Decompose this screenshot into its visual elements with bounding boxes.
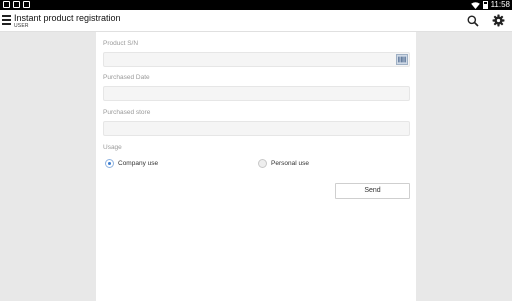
usage-option-label: Company use bbox=[118, 160, 159, 167]
status-bar-system: 11:58 bbox=[470, 0, 510, 10]
usage-option-personal[interactable]: Personal use bbox=[258, 159, 309, 168]
product-sn-label: Product S/N bbox=[103, 40, 139, 47]
user-label: USER bbox=[14, 23, 29, 29]
page-title: Instant product registration bbox=[14, 13, 121, 23]
status-bar: 11:58 bbox=[0, 0, 512, 10]
usage-option-label: Personal use bbox=[271, 160, 309, 167]
battery-icon bbox=[482, 1, 488, 9]
search-icon[interactable] bbox=[467, 15, 479, 27]
product-sn-field[interactable] bbox=[103, 52, 410, 67]
purchased-store-field[interactable] bbox=[103, 121, 410, 136]
settings-icon[interactable] bbox=[492, 14, 505, 27]
barcode-scan-icon[interactable] bbox=[396, 54, 408, 65]
usage-label: Usage bbox=[103, 144, 122, 151]
purchased-date-label: Purchased Date bbox=[103, 74, 150, 81]
notification-icon bbox=[23, 1, 30, 8]
status-time: 11:58 bbox=[490, 0, 510, 9]
wifi-icon bbox=[470, 1, 480, 9]
menu-icon[interactable] bbox=[2, 15, 11, 26]
notification-icon bbox=[13, 1, 20, 8]
app-bar: Instant product registration USER bbox=[0, 10, 512, 32]
status-bar-notifications bbox=[3, 1, 30, 8]
notification-icon bbox=[3, 1, 10, 8]
purchased-store-label: Purchased store bbox=[103, 109, 151, 116]
radio-unchecked-icon[interactable] bbox=[258, 159, 267, 168]
send-button[interactable]: Send bbox=[335, 183, 410, 199]
usage-option-company[interactable]: Company use bbox=[105, 159, 158, 168]
registration-form: Product S/N Purchased Date Purchased sto… bbox=[96, 32, 416, 301]
purchased-date-field[interactable] bbox=[103, 86, 410, 101]
radio-checked-icon[interactable] bbox=[105, 159, 114, 168]
